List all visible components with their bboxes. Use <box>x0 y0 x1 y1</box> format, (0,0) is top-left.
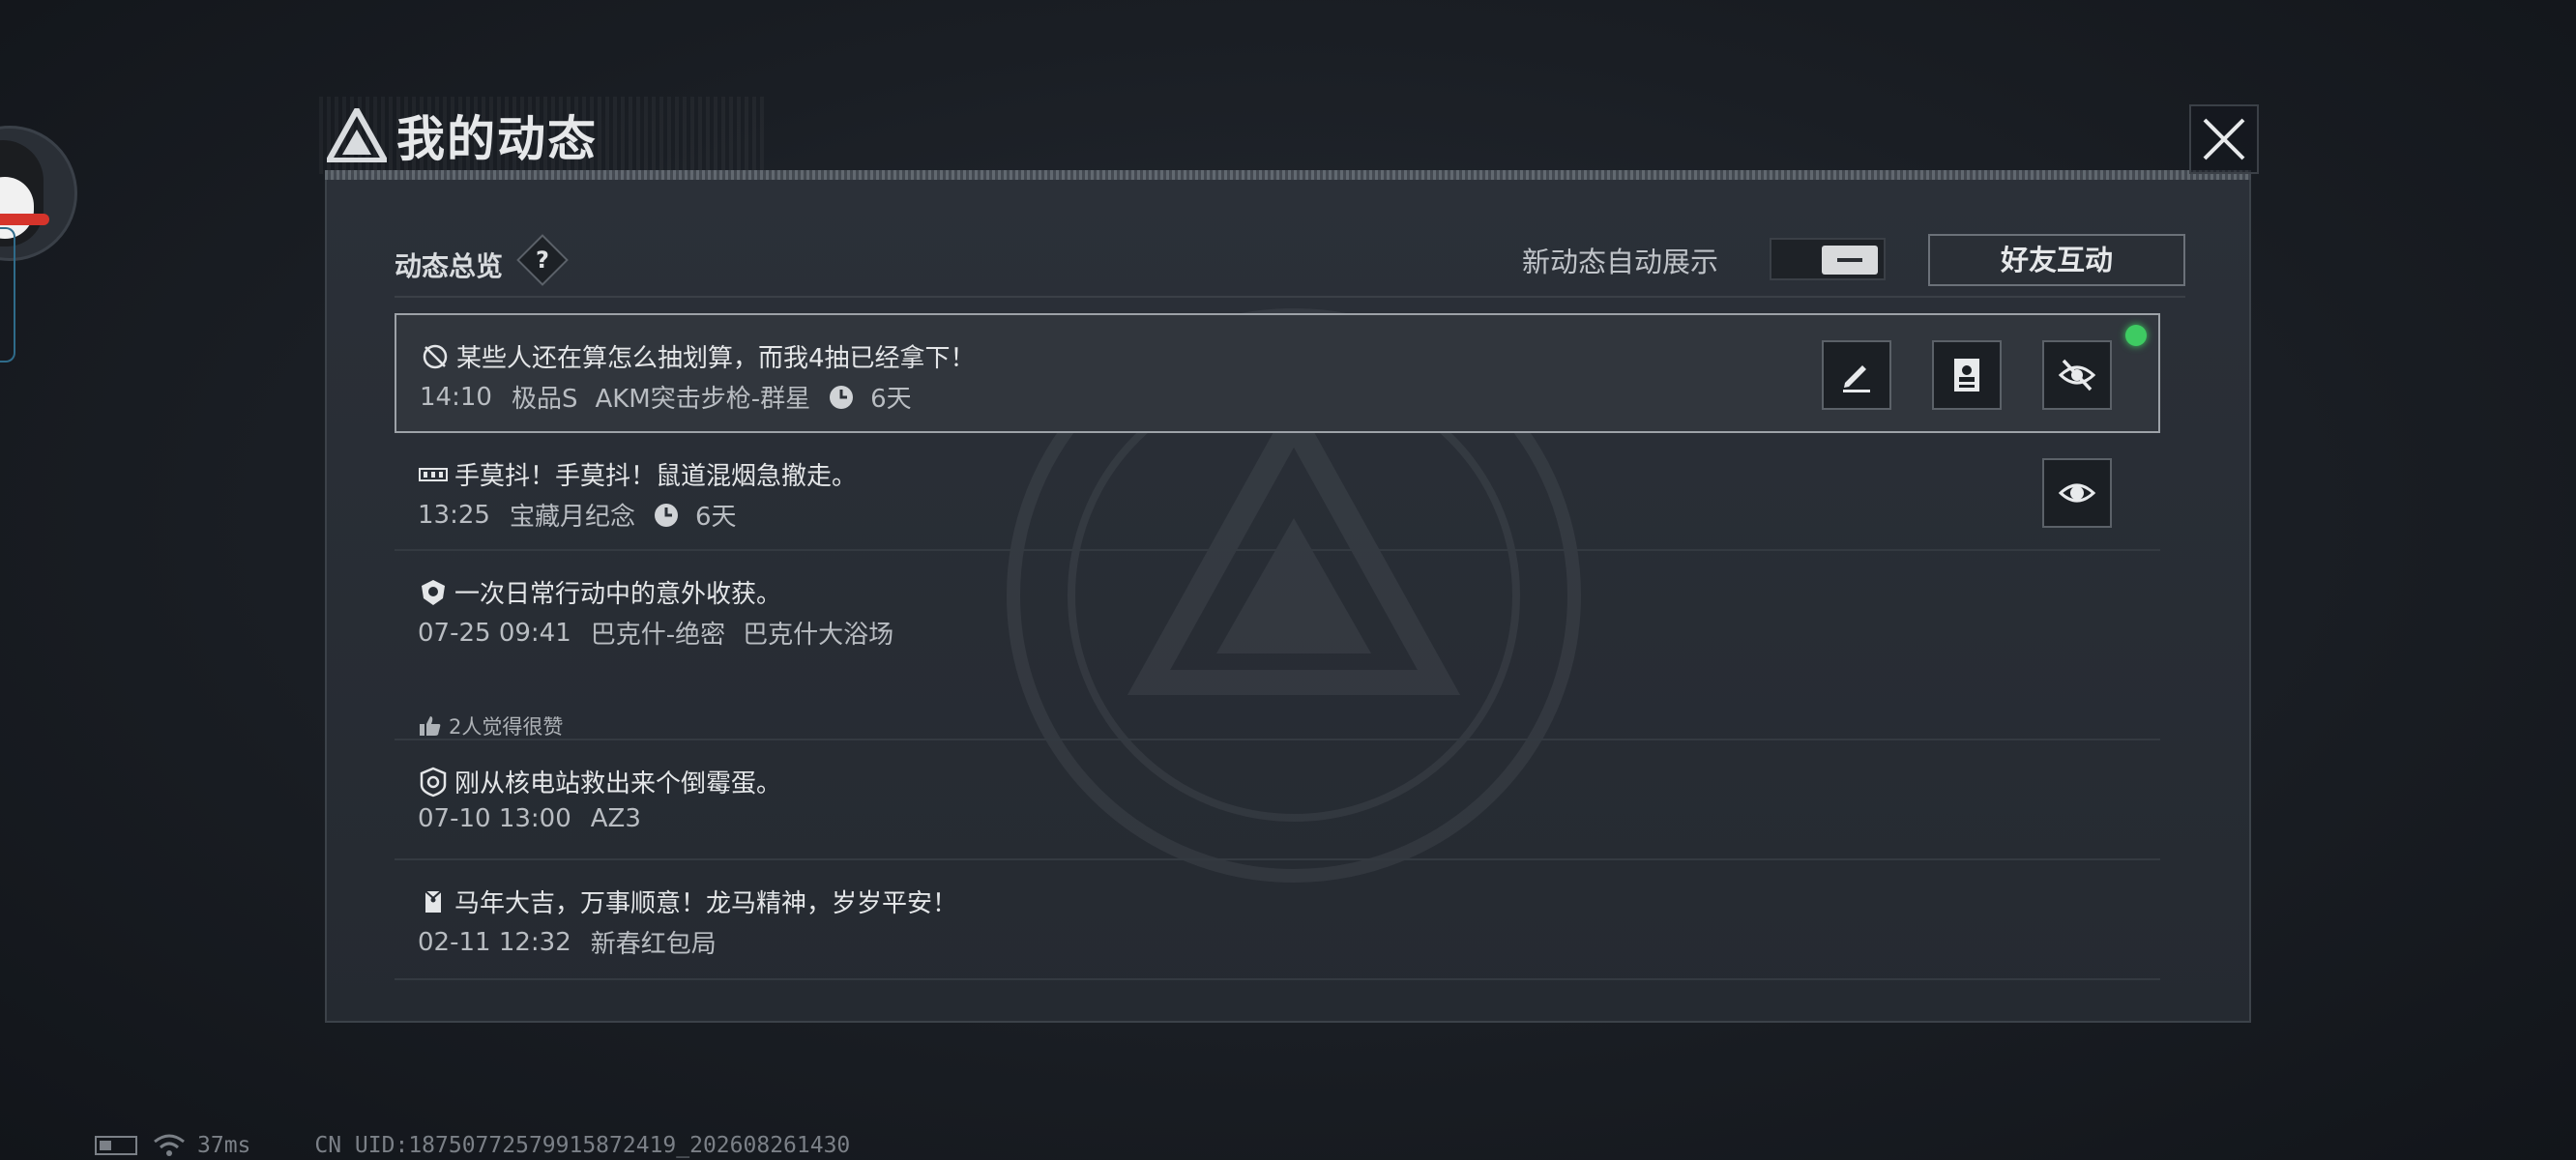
uid-text: CN UID:18750772579915872419_202608261430 <box>314 1133 851 1158</box>
hide-button[interactable] <box>2042 340 2112 410</box>
feed-text: 刚从核电站救出来个倒霉蛋。 <box>454 769 782 798</box>
clock-icon <box>654 503 678 527</box>
eye-icon <box>2058 483 2096 503</box>
badge-icon <box>420 767 447 797</box>
help-icon[interactable]: ? <box>516 234 569 286</box>
feed-time: 13:25 <box>418 500 490 530</box>
feed-tag: 巴克什大浴场 <box>743 621 894 650</box>
like-count: 2人觉得很赞 <box>449 715 564 739</box>
feed-item[interactable]: 某些人还在算怎么抽划算，而我4抽已经拿下！ 14:10 极品S AKM突击步枪-… <box>395 313 2160 433</box>
feed-text: 马年大吉，万事顺意！龙马精神，岁岁平安！ <box>454 889 958 918</box>
feed-tag: AKM突击步枪-群星 <box>595 385 811 414</box>
clock-icon <box>830 385 854 409</box>
like-row: 2人觉得很赞 <box>418 711 563 740</box>
auto-show-label: 新动态自动展示 <box>1522 246 1719 278</box>
overview-title: 动态总览 <box>395 250 504 282</box>
wifi-icon <box>154 1134 185 1156</box>
feed-time: 07-25 09:41 <box>418 618 571 648</box>
feed-item[interactable]: 一次日常行动中的意外收获。 07-25 09:41 巴克什-绝密 巴克什大浴场 … <box>395 551 2160 740</box>
page-title: 我的动态 <box>396 111 598 167</box>
shield-emblem-icon <box>422 579 445 605</box>
side-panel-edge <box>0 227 15 362</box>
feed-duration: 6天 <box>870 385 912 414</box>
id-card-icon <box>1954 359 1979 392</box>
feed-tag: AZ3 <box>590 804 641 833</box>
medal-bar-icon <box>419 467 448 481</box>
feed-text: 某些人还在算怎么抽划算，而我4抽已经拿下！ <box>456 344 976 373</box>
feed-text: 手莫抖！手莫抖！鼠道混烟急撤走。 <box>454 462 858 491</box>
feed-time: 14:10 <box>420 382 492 412</box>
friend-interaction-button[interactable]: 好友互动 <box>1928 234 2185 286</box>
feed-list: 某些人还在算怎么抽划算，而我4抽已经拿下！ 14:10 极品S AKM突击步枪-… <box>395 313 2160 980</box>
new-indicator-dot <box>2125 325 2147 346</box>
cancel-gift-icon <box>423 344 448 368</box>
ping-text: 37ms <box>197 1133 251 1158</box>
feed-text: 一次日常行动中的意外收获。 <box>454 580 782 609</box>
feed-tag: 新春红包局 <box>590 930 717 959</box>
eye-slash-icon <box>2058 359 2096 392</box>
pencil-icon <box>1843 365 1870 392</box>
header-bar <box>325 170 2251 180</box>
feed-item[interactable]: 手莫抖！手莫抖！鼠道混烟急撤走。 13:25 宝藏月纪念 6天 <box>395 433 2160 551</box>
thumbs-up-icon <box>420 716 441 736</box>
feed-time: 02-11 12:32 <box>418 927 571 957</box>
feed-tag: 极品S <box>511 385 578 414</box>
feed-panel: 动态总览 ? 新动态自动展示 好友互动 某些人还在算怎么抽划算，而我4抽已经拿下… <box>325 180 2251 1023</box>
logo-icon <box>327 108 387 162</box>
profile-card-button[interactable] <box>1932 340 2002 410</box>
status-bar: 37ms CN UID:18750772579915872419_2026082… <box>95 1133 850 1158</box>
feed-duration: 6天 <box>694 503 737 532</box>
edit-button[interactable] <box>1822 340 1891 410</box>
red-envelope-icon <box>424 889 442 913</box>
battery-icon <box>95 1136 137 1155</box>
close-icon <box>2203 118 2245 160</box>
feed-item[interactable]: 刚从核电站救出来个倒霉蛋。 07-10 13:00 AZ3 <box>395 740 2160 860</box>
close-button[interactable] <box>2189 104 2259 174</box>
screen: 我的动态 动态总览 ? 新动态自动展示 好友互动 某些人还在算怎么抽划算，而我4… <box>0 0 2576 1160</box>
feed-tag: 巴克什-绝密 <box>590 621 726 650</box>
feed-tag: 宝藏月纪念 <box>509 503 635 532</box>
feed-time: 07-10 13:00 <box>418 804 571 833</box>
divider <box>395 296 2185 298</box>
feed-item[interactable]: 马年大吉，万事顺意！龙马精神，岁岁平安！ 02-11 12:32 新春红包局 <box>395 860 2160 980</box>
show-button[interactable] <box>2042 458 2112 528</box>
auto-show-toggle[interactable] <box>1770 238 1886 280</box>
